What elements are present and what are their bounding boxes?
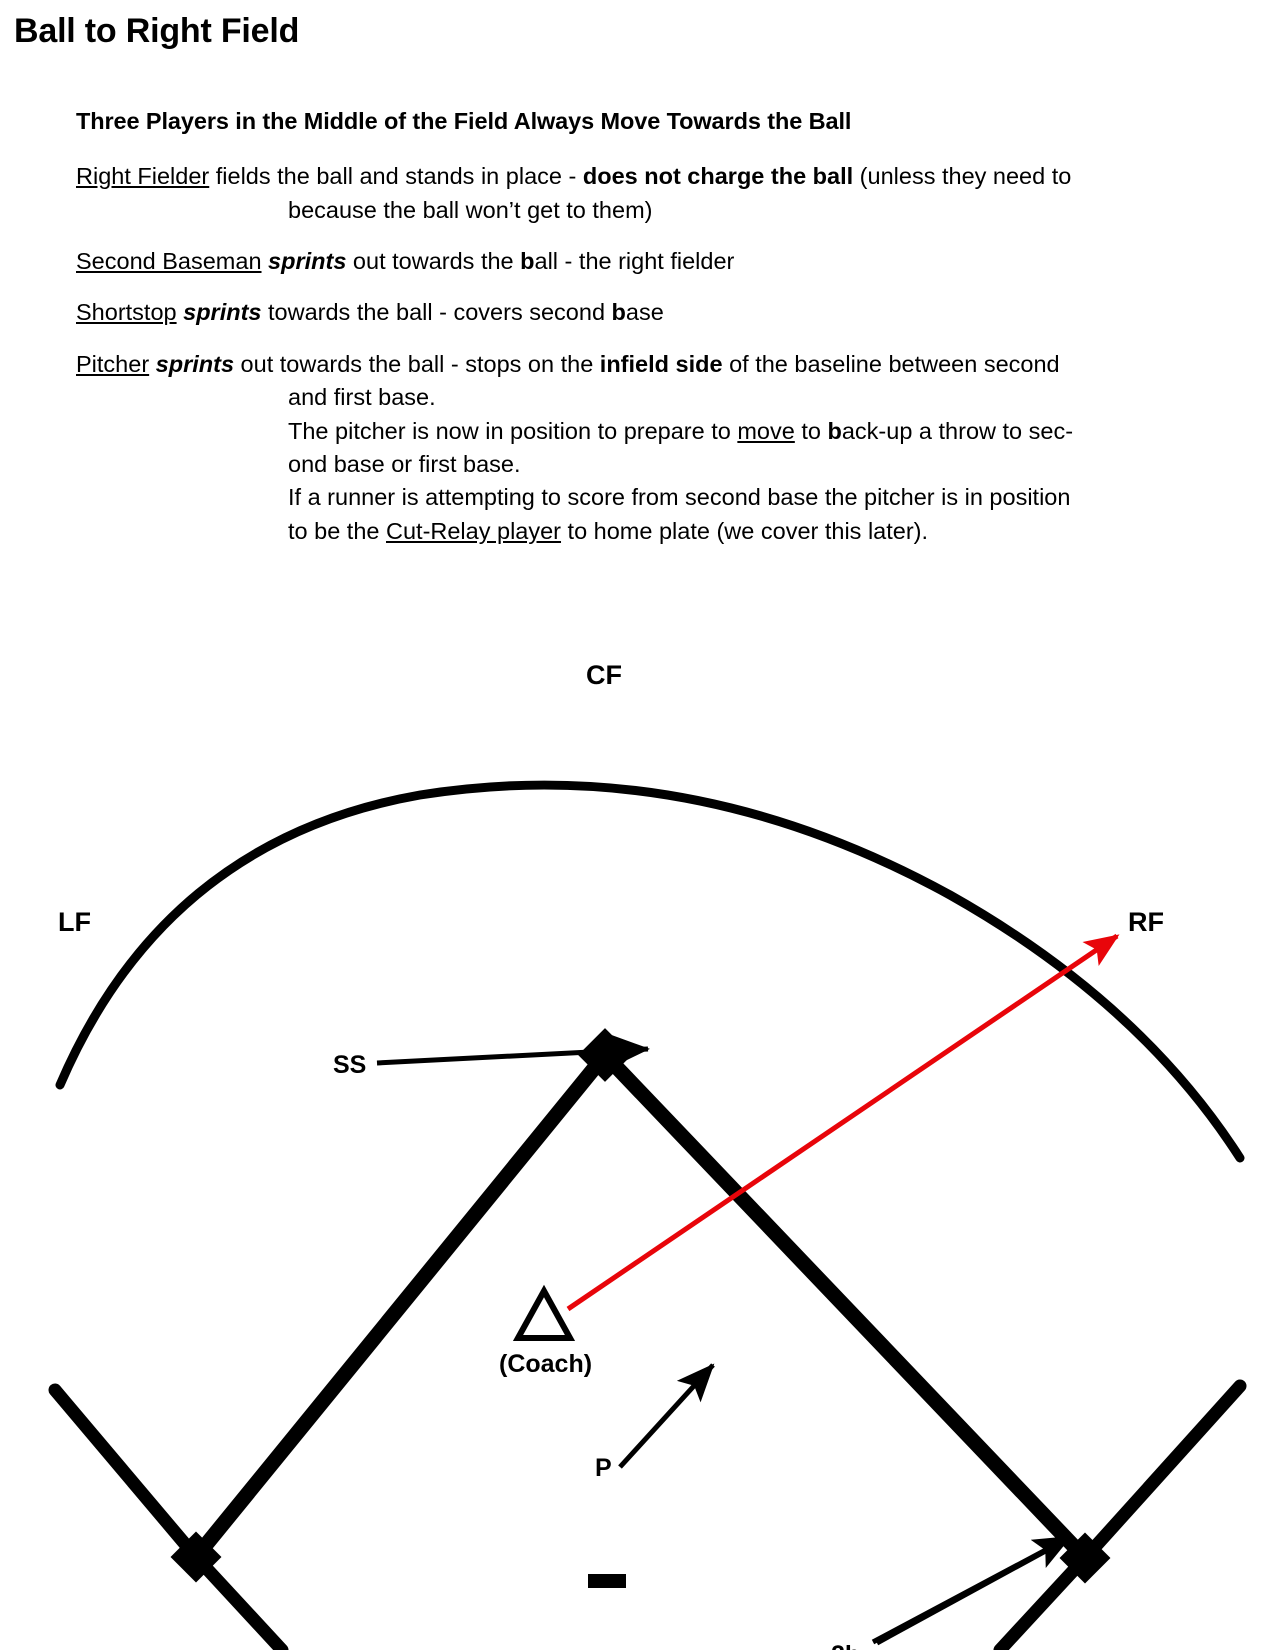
instructions-block: Three Players in the Middle of the Field… — [76, 105, 1186, 566]
p-line3-a: The pitcher is now in position to prepar… — [288, 417, 738, 444]
pitcher-movement-arrow — [618, 1363, 715, 1469]
p-line5: If a runner is attempting to score from … — [288, 484, 1071, 511]
role-right-fielder: Right Fielder — [76, 163, 210, 190]
label-second-baseman: 2b — [831, 1641, 860, 1650]
p-text-b: of the baseline between second — [722, 350, 1060, 377]
pitchers-rubber-marker — [588, 1574, 626, 1588]
sb-text-a: out towards the — [346, 248, 521, 275]
paragraph-shortstop: Shortstop sprints towards the ball - cov… — [76, 296, 1186, 329]
page-title: Ball to Right Field — [14, 12, 300, 50]
label-coach: (Coach) — [499, 1350, 592, 1378]
rf-bold-phrase: does not charge the ball — [582, 163, 854, 190]
role-second-baseman: Second Baseman — [76, 248, 262, 275]
sb-bold-letter: b — [520, 248, 535, 275]
coach-triangle-marker — [512, 1284, 576, 1341]
baseline-second-to-first — [597, 1047, 1093, 1566]
label-center-field: CF — [586, 660, 622, 690]
instructions-subheading: Three Players in the Middle of the Field… — [76, 108, 852, 134]
p-line3-bold: b — [827, 417, 842, 444]
label-shortstop: SS — [333, 1051, 366, 1079]
p-line6: to be the Cut-Relay player to home plate… — [76, 515, 1186, 548]
foul-line-left-upper — [48, 1383, 203, 1564]
foul-line-right-upper — [1078, 1379, 1247, 1565]
rf-text-b: (unless they need to — [853, 163, 1072, 190]
p-line3-underline: move — [737, 417, 795, 444]
p-line2: and first base. — [288, 384, 436, 411]
label-right-field: RF — [1128, 907, 1164, 937]
ss-text-a: towards the ball - covers second — [261, 299, 612, 326]
p-line3-b: to — [794, 417, 828, 444]
label-left-field: LF — [58, 907, 91, 937]
foul-line-right-lower — [993, 1551, 1092, 1650]
p-verb: sprints — [155, 350, 235, 377]
baseball-field-diagram: CF LF RF SS 2b P (Coach) — [0, 600, 1275, 1650]
rf-text-a: fields the ball and stands in place - — [209, 163, 583, 190]
p-bold-phrase: infield side — [599, 350, 723, 377]
foul-line-left-lower — [189, 1550, 289, 1650]
ss-bold-letter: b — [611, 299, 626, 326]
sb-verb: sprints — [268, 248, 347, 275]
p-line6-underline: Cut-Relay player — [386, 517, 562, 544]
paragraph-second-baseman: Second Baseman sprints out towards the b… — [76, 245, 1186, 278]
role-pitcher: Pitcher — [76, 350, 150, 377]
p-line3: The pitcher is now in position to prepar… — [76, 415, 1186, 448]
role-shortstop: Shortstop — [76, 299, 177, 326]
p-line6-b: to home plate (we cover this later). — [561, 517, 929, 544]
p-line6-a: to be the — [288, 517, 386, 544]
ball-flight-path-arrow — [566, 933, 1120, 1312]
rf-line2: because the ball won’t get to them) — [288, 196, 653, 223]
ss-text-b: ase — [625, 299, 664, 326]
ss-verb: sprints — [183, 299, 262, 326]
p-text-a: out towards the ball - stops on the — [234, 350, 600, 377]
baseline-second-to-third — [188, 1047, 613, 1565]
paragraph-pitcher: Pitcher sprints out towards the ball - s… — [76, 348, 1186, 548]
sb-text-b: all - the right fielder — [534, 248, 735, 275]
label-pitcher: P — [595, 1454, 612, 1482]
paragraph-right-fielder: Right Fielder fields the ball and stands… — [76, 160, 1186, 227]
p-line4: ond base or first base. — [288, 450, 521, 477]
p-line3-c: ack-up a throw to sec- — [841, 417, 1074, 444]
second-baseman-movement-arrow-shaft — [875, 1533, 1075, 1646]
